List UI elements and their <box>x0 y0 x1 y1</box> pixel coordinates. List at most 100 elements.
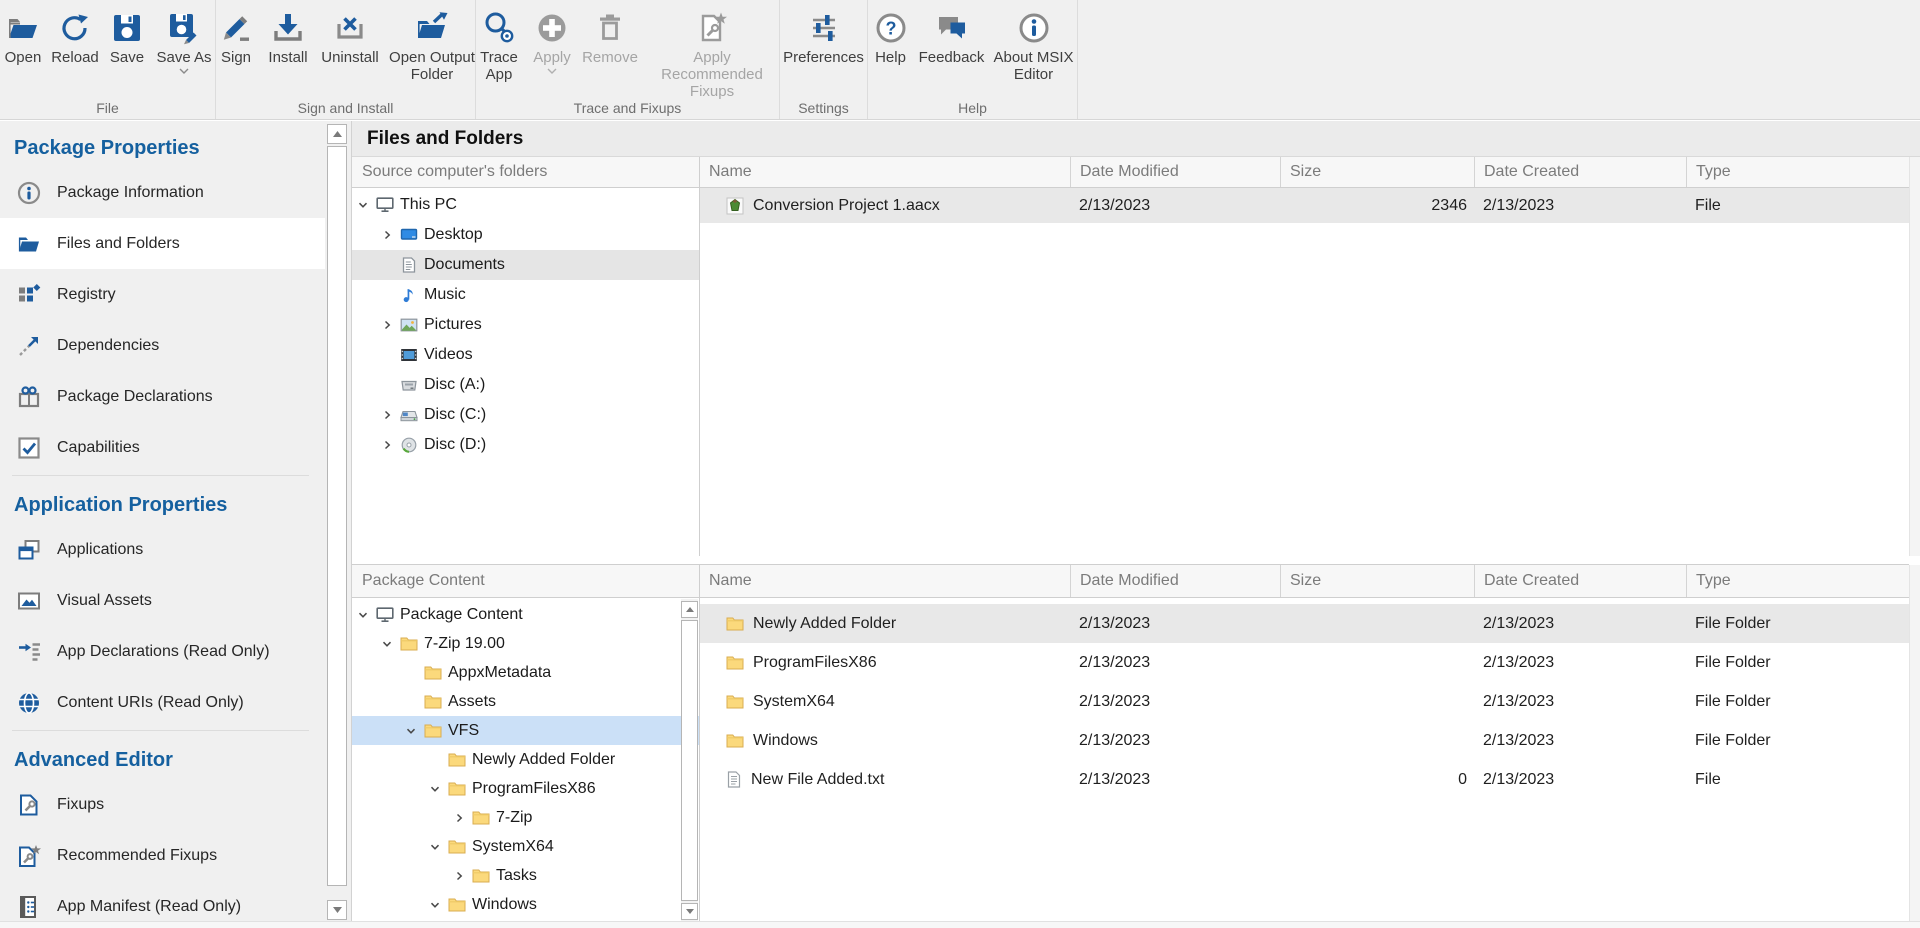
reload-button[interactable]: Reload <box>49 9 101 66</box>
column-header-name[interactable]: Name <box>700 157 1070 187</box>
sidebar-item-package-declarations[interactable]: Package Declarations <box>0 371 325 422</box>
sidebar-item-recommended-fixups[interactable]: Recommended Fixups <box>0 830 325 881</box>
tree-node-this-pc[interactable]: This PC <box>352 190 699 220</box>
scroll-up-button[interactable] <box>681 601 698 618</box>
tree-node-package-content[interactable]: Package Content <box>352 600 686 629</box>
tree-node-videos[interactable]: Videos <box>352 340 699 370</box>
column-header-size[interactable]: Size <box>1280 565 1474 597</box>
chevron-down-icon[interactable] <box>356 199 370 211</box>
tree-node-desktop[interactable]: Desktop <box>352 220 699 250</box>
save-button[interactable]: Save <box>104 9 150 66</box>
tree-node-documents[interactable]: Documents <box>352 250 699 280</box>
sidebar-item-app-declarations[interactable]: App Declarations (Read Only) <box>0 626 325 677</box>
chevron-right-icon[interactable] <box>452 870 466 882</box>
preferences-label: Preferences <box>783 49 864 66</box>
tree-node-7zip-1900[interactable]: 7-Zip 19.00 <box>352 629 700 658</box>
apply-button[interactable]: Apply <box>527 9 577 74</box>
tree-node-tasks[interactable]: Tasks <box>352 861 700 890</box>
column-header-size[interactable]: Size <box>1280 157 1474 187</box>
tree-node-pictures[interactable]: Pictures <box>352 310 699 340</box>
chevron-right-icon[interactable] <box>380 319 394 331</box>
chevron-right-icon[interactable] <box>380 439 394 451</box>
dependencies-icon <box>16 333 42 359</box>
tree-node-disc-c[interactable]: Disc (C:) <box>352 400 699 430</box>
tree-node-assets[interactable]: Assets <box>352 687 700 716</box>
source-folders-panel: Source computer's folders This PC Deskto… <box>352 157 700 556</box>
about-msix-editor-button[interactable]: About MSIX Editor <box>991 9 1077 83</box>
sidebar-item-applications[interactable]: Applications <box>0 524 325 575</box>
file-row-systemx64[interactable]: SystemX64 2/13/2023 2/13/2023 File Folde… <box>700 682 1909 721</box>
chevron-down-icon[interactable] <box>547 68 557 74</box>
folder-icon <box>726 655 744 670</box>
sidebar-scrollbar[interactable] <box>325 121 351 928</box>
column-header-date-created[interactable]: Date Created <box>1474 565 1686 597</box>
sidebar-item-visual-assets[interactable]: Visual Assets <box>0 575 325 626</box>
file-row-newly-added-folder[interactable]: Newly Added Folder 2/13/2023 2/13/2023 F… <box>700 604 1909 643</box>
package-files-scrollbar[interactable] <box>1909 565 1920 921</box>
apply-recommended-fixups-button[interactable]: Apply Recommended Fixups <box>643 9 781 100</box>
scrollbar-thumb[interactable] <box>681 620 698 901</box>
feedback-button[interactable]: Feedback <box>916 9 988 66</box>
source-folders-header[interactable]: Source computer's folders <box>352 157 699 188</box>
column-header-type[interactable]: Type <box>1686 565 1909 597</box>
tree-node-appxmetadata[interactable]: AppxMetadata <box>352 658 700 687</box>
sidebar-item-fixups[interactable]: Fixups <box>0 779 325 830</box>
source-files-scrollbar[interactable] <box>1909 157 1920 556</box>
file-row-windows[interactable]: Windows 2/13/2023 2/13/2023 File Folder <box>700 721 1909 760</box>
help-button[interactable]: ? Help <box>869 9 913 66</box>
tree-node-music[interactable]: Music <box>352 280 699 310</box>
sidebar-item-files-and-folders[interactable]: Files and Folders <box>0 218 325 269</box>
scroll-up-button[interactable] <box>327 124 347 144</box>
package-tree-scrollbar[interactable] <box>681 599 698 928</box>
chevron-down-icon[interactable] <box>428 783 442 795</box>
preferences-button[interactable]: Preferences <box>782 9 866 66</box>
tree-node-newly-added-folder[interactable]: Newly Added Folder <box>352 745 700 774</box>
scrollbar-thumb[interactable] <box>327 146 347 886</box>
sidebar-item-dependencies[interactable]: Dependencies <box>0 320 325 371</box>
column-header-date-modified[interactable]: Date Modified <box>1070 157 1280 187</box>
file-row-new-file-added[interactable]: New File Added.txt 2/13/2023 0 2/13/2023… <box>700 760 1909 799</box>
sidebar-item-content-uris[interactable]: Content URIs (Read Only) <box>0 677 325 728</box>
feedback-label: Feedback <box>919 49 985 66</box>
uninstall-button[interactable]: Uninstall <box>317 9 383 66</box>
chevron-right-icon[interactable] <box>380 229 394 241</box>
open-output-folder-button[interactable]: Open Output Folder <box>386 9 478 83</box>
chevron-down-icon[interactable] <box>356 609 370 621</box>
package-content-header[interactable]: Package Content <box>352 565 699 598</box>
column-header-name[interactable]: Name <box>700 565 1070 597</box>
folder-icon <box>726 616 744 631</box>
save-as-button[interactable]: Save As <box>153 9 215 74</box>
chevron-down-icon[interactable] <box>380 638 394 650</box>
tree-node-windows[interactable]: Windows <box>352 890 700 919</box>
install-button[interactable]: Install <box>262 9 314 66</box>
trace-app-button[interactable]: Trace App <box>474 9 524 83</box>
chevron-down-icon[interactable] <box>428 899 442 911</box>
package-content-panel: Package Content Package Content 7-Zip 19… <box>352 564 700 928</box>
tree-node-disc-d[interactable]: Disc (D:) <box>352 430 699 460</box>
sidebar-item-registry[interactable]: Registry <box>0 269 325 320</box>
chevron-down-icon[interactable] <box>428 841 442 853</box>
column-header-date-created[interactable]: Date Created <box>1474 157 1686 187</box>
remove-button[interactable]: Remove <box>580 9 640 66</box>
tree-node-disc-a[interactable]: Disc (A:) <box>352 370 699 400</box>
install-icon <box>271 9 305 46</box>
column-header-date-modified[interactable]: Date Modified <box>1070 565 1280 597</box>
scroll-down-button[interactable] <box>681 903 698 920</box>
column-header-type[interactable]: Type <box>1686 157 1909 187</box>
chevron-right-icon[interactable] <box>380 409 394 421</box>
open-button[interactable]: Open <box>0 9 46 66</box>
sign-button[interactable]: Sign <box>213 9 259 66</box>
file-row-conversion-project[interactable]: Conversion Project 1.aacx 2/13/2023 2346… <box>700 188 1909 223</box>
chevron-down-icon[interactable] <box>179 68 189 74</box>
tree-node-systemx64[interactable]: SystemX64 <box>352 832 700 861</box>
chevron-down-icon[interactable] <box>404 725 418 737</box>
tree-node-vfs[interactable]: VFS <box>352 716 700 745</box>
tree-node-programfilesx86[interactable]: ProgramFilesX86 <box>352 774 700 803</box>
file-row-programfilesx86[interactable]: ProgramFilesX86 2/13/2023 2/13/2023 File… <box>700 643 1909 682</box>
scroll-down-button[interactable] <box>327 900 347 920</box>
help-icon: ? <box>874 9 908 46</box>
chevron-right-icon[interactable] <box>452 812 466 824</box>
sidebar-item-package-information[interactable]: Package Information <box>0 167 325 218</box>
sidebar-item-capabilities[interactable]: Capabilities <box>0 422 325 473</box>
tree-node-7zip[interactable]: 7-Zip <box>352 803 700 832</box>
